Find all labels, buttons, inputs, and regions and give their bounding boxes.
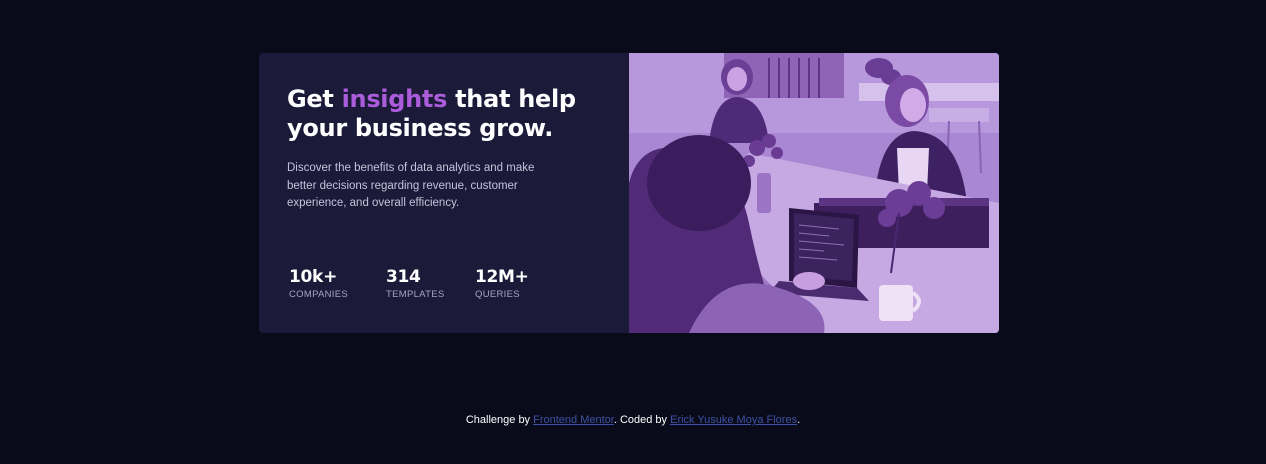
office-team-photo (629, 53, 999, 333)
stat-templates: 314 TEMPLATES (386, 266, 475, 301)
footer-prefix: Challenge by (465, 414, 534, 426)
stat-value: 314 (386, 267, 421, 287)
headline-accent: insights (341, 85, 448, 113)
headline-start: Get (287, 85, 342, 113)
attribution-footer: Challenge by Frontend Mentor. Coded by E… (0, 412, 1266, 428)
office-photo-illustration (629, 53, 999, 333)
author-link[interactable]: Erick Yusuke Moya Flores (670, 414, 797, 426)
footer-middle: . Coded by (613, 414, 671, 426)
stat-label: COMPANIES (289, 289, 349, 300)
stat-value: 10k+ (289, 267, 338, 287)
description: Discover the benefits of data analytics … (287, 162, 535, 209)
footer-suffix: . (797, 414, 801, 426)
stat-value: 12M+ (475, 267, 529, 287)
stat-companies: 10k+ COMPANIES (289, 266, 386, 301)
stats-preview-card: Get insights that help your business gro… (259, 53, 999, 333)
stat-label: TEMPLATES (386, 289, 445, 300)
frontend-mentor-link[interactable]: Frontend Mentor (533, 414, 614, 426)
card-text-section: Get insights that help your business gro… (259, 53, 629, 333)
stats-row: 10k+ COMPANIES 314 TEMPLATES 12M+ QUERIE… (289, 266, 555, 301)
stat-label: QUERIES (475, 289, 520, 300)
headline: Get insights that help your business gro… (287, 85, 587, 143)
stat-queries: 12M+ QUERIES (475, 266, 555, 301)
